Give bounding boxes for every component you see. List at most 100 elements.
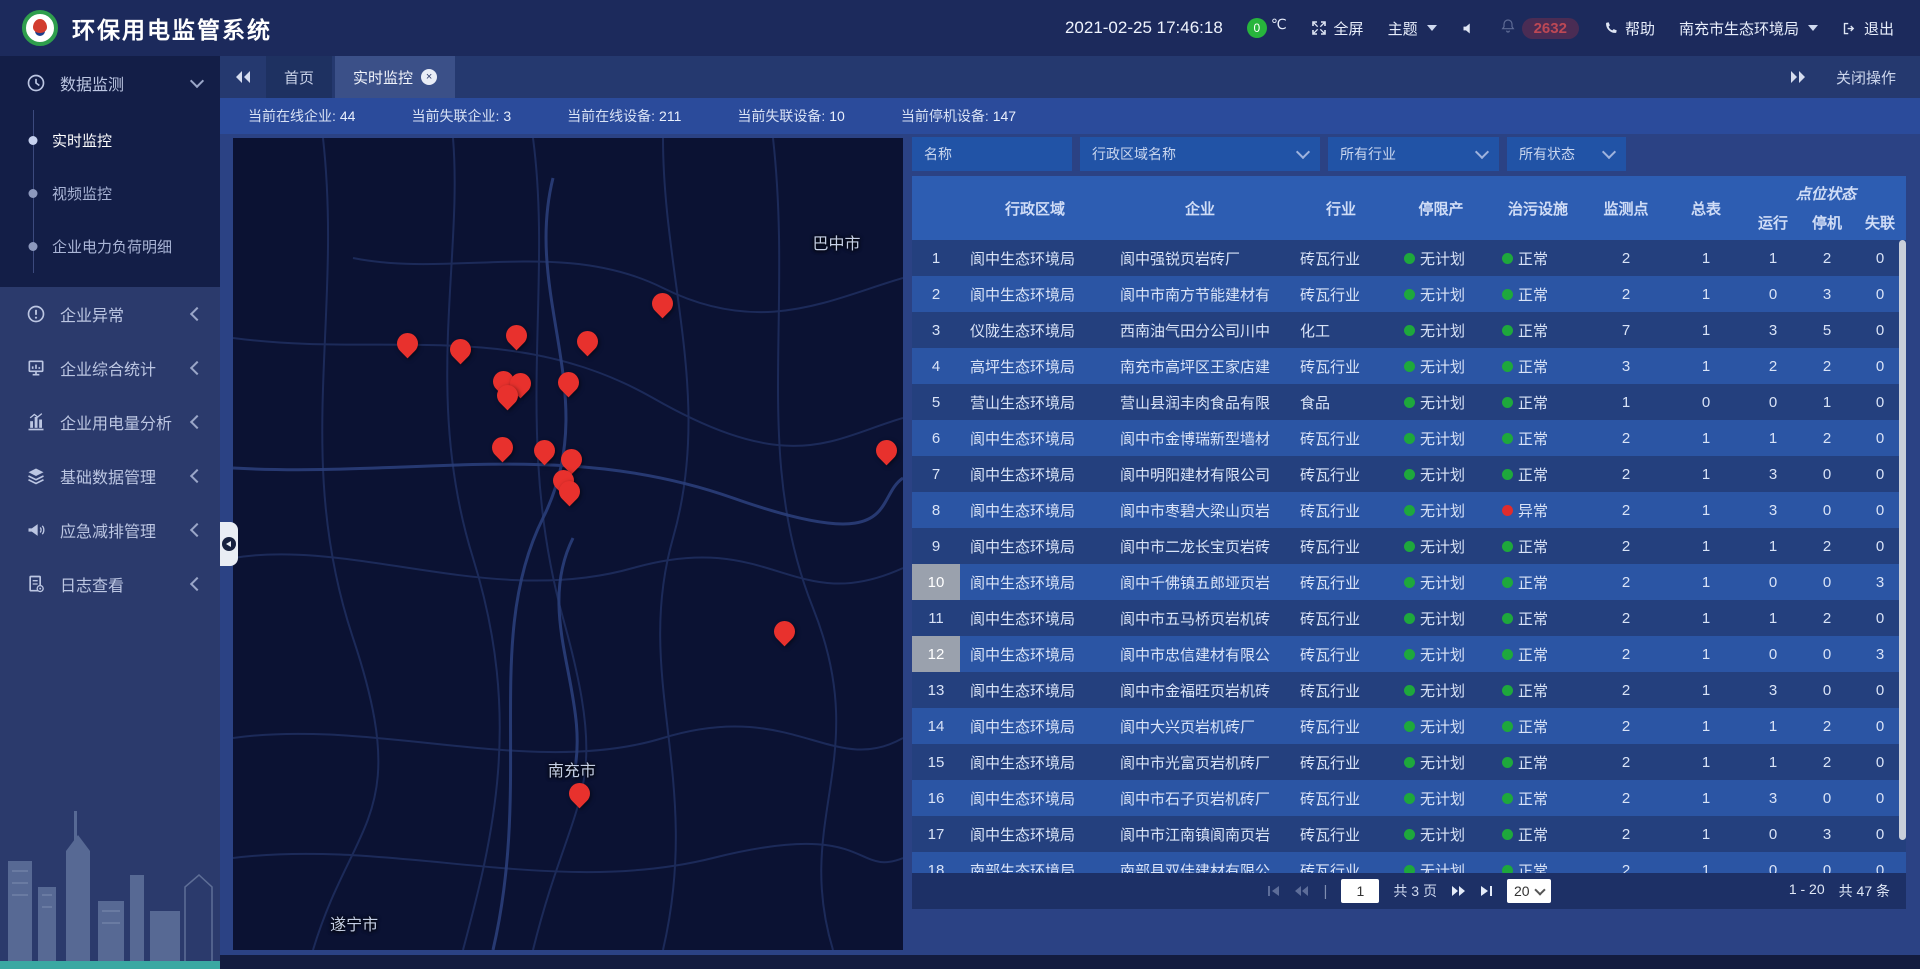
fullscreen-button[interactable]: 全屏 bbox=[1311, 18, 1364, 39]
sidebar-item-enterprise-abnormal[interactable]: 企业异常 bbox=[0, 287, 220, 341]
sidebar-subitem-item[interactable]: 视频监控 bbox=[0, 167, 220, 220]
cell-stopped: 2 bbox=[1800, 538, 1854, 555]
table-row[interactable]: 18南部生态环境局南部县双佳建材有限公砖瓦行业无计划正常21000 bbox=[912, 852, 1906, 873]
table-row[interactable]: 15阆中生态环境局阆中市光富页岩机砖厂砖瓦行业无计划正常21120 bbox=[912, 744, 1906, 780]
name-search-input[interactable]: 名称 bbox=[912, 137, 1072, 171]
map-collapse-handle[interactable] bbox=[220, 522, 238, 566]
row-index: 3 bbox=[912, 312, 960, 348]
status-dot-icon bbox=[1404, 865, 1415, 874]
first-page-button[interactable] bbox=[1267, 885, 1280, 897]
table-row[interactable]: 1阆中生态环境局阆中强锐页岩砖厂砖瓦行业无计划正常21120 bbox=[912, 240, 1906, 276]
chevron-left-icon bbox=[190, 577, 204, 591]
status-dot-icon bbox=[1404, 325, 1415, 336]
facility-status-text: 正常 bbox=[1518, 824, 1548, 845]
table-row[interactable]: 16阆中生态环境局阆中市石子页岩机砖厂砖瓦行业无计划正常21300 bbox=[912, 780, 1906, 816]
prev-page-button[interactable] bbox=[1294, 885, 1309, 897]
speaker-button[interactable] bbox=[1461, 21, 1476, 36]
table-row[interactable]: 4高坪生态环境局南充市高坪区王家店建砖瓦行业无计划正常31220 bbox=[912, 348, 1906, 384]
table-row[interactable]: 17阆中生态环境局阆中市江南镇阆南页岩砖瓦行业无计划正常21030 bbox=[912, 816, 1906, 852]
theme-button[interactable]: 主题 bbox=[1388, 18, 1437, 39]
cell-industry: 砖瓦行业 bbox=[1290, 752, 1392, 773]
cell-industry: 砖瓦行业 bbox=[1290, 644, 1392, 665]
cell-running: 1 bbox=[1746, 250, 1800, 267]
chevron-down-icon bbox=[1296, 145, 1310, 159]
chevron-left-icon bbox=[190, 523, 204, 537]
sidebar-item-label: 企业异常 bbox=[60, 302, 192, 326]
table-row[interactable]: 9阆中生态环境局阆中市二龙长宝页岩砖砖瓦行业无计划正常21120 bbox=[912, 528, 1906, 564]
chevron-down-icon bbox=[1427, 25, 1437, 31]
table-row[interactable]: 2阆中生态环境局阆中市南方节能建材有砖瓦行业无计划正常21030 bbox=[912, 276, 1906, 312]
cell-running: 1 bbox=[1746, 754, 1800, 771]
cell-facility-status: 正常 bbox=[1490, 320, 1586, 341]
col-facility: 治污设施 bbox=[1490, 198, 1586, 219]
next-page-button[interactable] bbox=[1451, 885, 1466, 897]
table-row[interactable]: 3仪陇生态环境局西南油气田分公司川中化工无计划正常71350 bbox=[912, 312, 1906, 348]
sidebar-item-data-monitoring[interactable]: 数据监测 bbox=[0, 56, 220, 110]
cell-meters: 1 bbox=[1666, 610, 1746, 627]
tab-首页[interactable]: 首页 bbox=[266, 56, 332, 98]
chevron-left-icon bbox=[190, 307, 204, 321]
cell-region: 阆中生态环境局 bbox=[960, 572, 1110, 593]
cell-stopped: 2 bbox=[1800, 754, 1854, 771]
map-panel[interactable]: 巴中市南充市遂宁市 bbox=[233, 138, 903, 950]
chevron-down-icon bbox=[1602, 145, 1616, 159]
table-row[interactable]: 13阆中生态环境局阆中市金福旺页岩机砖砖瓦行业无计划正常21300 bbox=[912, 672, 1906, 708]
cell-company: 阆中强锐页岩砖厂 bbox=[1110, 248, 1290, 269]
cell-company: 阆中市光富页岩机砖厂 bbox=[1110, 752, 1290, 773]
help-button[interactable]: 帮助 bbox=[1603, 18, 1655, 39]
table-scrollbar[interactable] bbox=[1899, 240, 1906, 840]
status-select[interactable]: 所有状态 bbox=[1507, 137, 1626, 171]
cell-region: 阆中生态环境局 bbox=[960, 716, 1110, 737]
tab-close-icon[interactable]: × bbox=[421, 69, 437, 85]
last-page-button[interactable] bbox=[1480, 885, 1493, 897]
cell-stopped: 2 bbox=[1800, 358, 1854, 375]
temperature-indicator: 0 ℃ bbox=[1247, 18, 1287, 38]
status-dot-icon bbox=[1502, 613, 1513, 624]
table-row[interactable]: 11阆中生态环境局阆中市五马桥页岩机砖砖瓦行业无计划正常21120 bbox=[912, 600, 1906, 636]
sidebar-item-emergency-reduction[interactable]: 应急减排管理 bbox=[0, 503, 220, 557]
cell-facility-status: 正常 bbox=[1490, 284, 1586, 305]
cell-meters: 1 bbox=[1666, 430, 1746, 447]
table-row[interactable]: 14阆中生态环境局阆中大兴页岩机砖厂砖瓦行业无计划正常21120 bbox=[912, 708, 1906, 744]
cell-facility-status: 正常 bbox=[1490, 608, 1586, 629]
table-row[interactable]: 6阆中生态环境局阆中市金博瑞新型墙材砖瓦行业无计划正常21120 bbox=[912, 420, 1906, 456]
industry-select[interactable]: 所有行业 bbox=[1328, 137, 1499, 171]
org-menu-button[interactable]: 南充市生态环境局 bbox=[1679, 18, 1818, 39]
cell-stopped: 1 bbox=[1800, 394, 1854, 411]
collapse-arrow-icon bbox=[222, 537, 236, 551]
sidebar-item-basic-data-management[interactable]: 基础数据管理 bbox=[0, 449, 220, 503]
range-label: 1 - 20 bbox=[1789, 881, 1825, 901]
sidebar-subitem-item[interactable]: 企业电力负荷明细 bbox=[0, 220, 220, 273]
region-select[interactable]: 行政区域名称 bbox=[1080, 137, 1320, 171]
status-dot-icon bbox=[1404, 577, 1415, 588]
row-index: 7 bbox=[912, 456, 960, 492]
logout-button[interactable]: 退出 bbox=[1842, 18, 1894, 39]
close-operations-button[interactable]: 关闭操作 bbox=[1836, 67, 1896, 88]
page-number-input[interactable]: 1 bbox=[1341, 879, 1379, 903]
table-row[interactable]: 5营山生态环境局营山县润丰肉食品有限食品无计划正常10010 bbox=[912, 384, 1906, 420]
cell-company: 西南油气田分公司川中 bbox=[1110, 320, 1290, 341]
tabs-scroll-left-button[interactable] bbox=[220, 56, 266, 98]
tab-实时监控[interactable]: 实时监控× bbox=[335, 56, 455, 98]
map-city-label: 遂宁市 bbox=[330, 911, 378, 935]
cell-points: 2 bbox=[1586, 538, 1666, 555]
sidebar-item-electricity-analysis[interactable]: 企业用电量分析 bbox=[0, 395, 220, 449]
page-size-select[interactable]: 20 bbox=[1507, 879, 1551, 903]
status-dot-icon bbox=[1404, 829, 1415, 840]
sidebar-item-log-view[interactable]: 日志查看 bbox=[0, 557, 220, 611]
table-row[interactable]: 12阆中生态环境局阆中市忠信建材有限公砖瓦行业无计划正常21003 bbox=[912, 636, 1906, 672]
cell-facility-status: 正常 bbox=[1490, 572, 1586, 593]
notifications-button[interactable]: 2632 bbox=[1500, 18, 1579, 39]
cell-meters: 1 bbox=[1666, 538, 1746, 555]
cell-running: 3 bbox=[1746, 502, 1800, 519]
sidebar-subitem-active[interactable]: 实时监控 bbox=[0, 114, 220, 167]
sidebar-item-enterprise-statistics[interactable]: 企业综合统计 bbox=[0, 341, 220, 395]
table-row[interactable]: 7阆中生态环境局阆中明阳建材有限公司砖瓦行业无计划正常21300 bbox=[912, 456, 1906, 492]
cell-meters: 1 bbox=[1666, 466, 1746, 483]
table-row[interactable]: 8阆中生态环境局阆中市枣碧大梁山页岩砖瓦行业无计划异常21300 bbox=[912, 492, 1906, 528]
table-row[interactable]: 10阆中生态环境局阆中千佛镇五郎垭页岩砖瓦行业无计划正常21003 bbox=[912, 564, 1906, 600]
cell-company: 阆中市金博瑞新型墙材 bbox=[1110, 428, 1290, 449]
status-dot-icon bbox=[1404, 361, 1415, 372]
status-item-label: 当前在线设备: bbox=[567, 108, 655, 124]
tabs-scroll-right-button[interactable] bbox=[1790, 70, 1806, 84]
